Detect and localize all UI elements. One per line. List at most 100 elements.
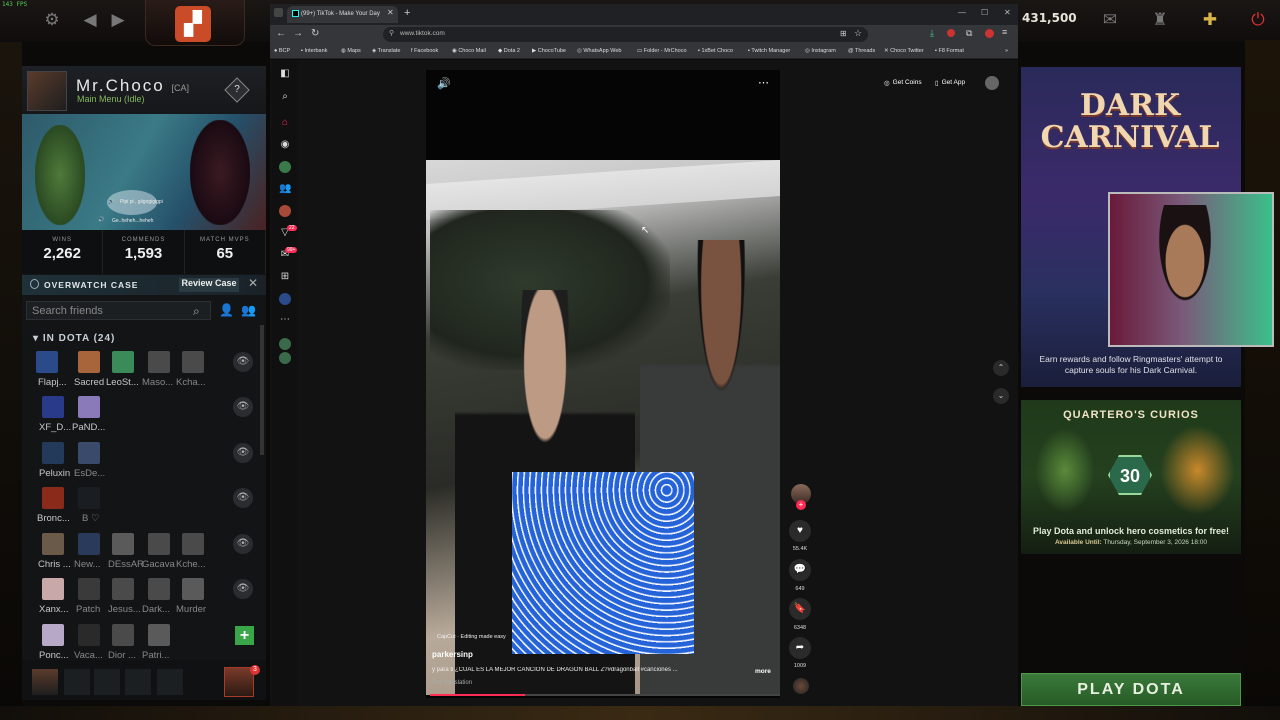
avatar[interactable] <box>78 533 100 555</box>
url-text[interactable]: www.tiktok.com <box>400 30 445 37</box>
friends-group-icon[interactable]: 👥 <box>241 303 256 317</box>
bookmark-item[interactable]: ▶ ChocoTube <box>532 48 566 54</box>
review-case-button[interactable]: Review Case <box>179 278 239 292</box>
avatar[interactable] <box>36 351 58 373</box>
friend-name[interactable]: Jesus... <box>108 604 144 615</box>
avatar[interactable] <box>78 487 100 509</box>
friend-name[interactable]: Flapj... <box>38 377 74 388</box>
maximize-icon[interactable]: ☐ <box>981 8 988 17</box>
follow-plus-icon[interactable]: + <box>796 500 806 510</box>
friend-name[interactable]: New... <box>74 559 106 570</box>
avatar[interactable] <box>112 624 134 646</box>
spectate-eye-icon[interactable]: 👁 <box>233 534 253 554</box>
party-slot-self[interactable] <box>32 669 58 695</box>
tab-close-icon[interactable]: ✕ <box>387 8 394 17</box>
spectate-eye-icon[interactable]: 👁 <box>233 397 253 417</box>
download-icon[interactable]: ⤓ <box>930 28 934 39</box>
forward-arrow-icon[interactable]: ▶ <box>108 10 128 30</box>
add-friend-button[interactable]: + <box>235 626 254 645</box>
avatar[interactable] <box>148 624 170 646</box>
bookmark-item[interactable]: ◈ Translate <box>372 48 400 54</box>
forward-icon[interactable]: → <box>293 28 303 39</box>
caption-more-link[interactable]: more <box>755 668 771 675</box>
power-icon[interactable]: ⏻ <box>1248 10 1268 30</box>
site-info-icon[interactable]: ⚲ <box>389 29 394 37</box>
play-dota-button[interactable]: PLAY DOTA <box>1021 673 1241 706</box>
avatar[interactable] <box>42 442 64 464</box>
friend-name[interactable]: Kcha... <box>176 377 212 388</box>
friend-name[interactable]: Kche... <box>176 559 212 570</box>
avatar[interactable] <box>148 351 170 373</box>
bookmark-item[interactable]: ◆ Dota 2 <box>498 48 520 54</box>
friend-name[interactable]: B ♡ <box>82 513 112 524</box>
avatar[interactable] <box>42 487 64 509</box>
live-icon[interactable] <box>279 205 291 217</box>
spectate-eye-icon[interactable]: 👁 <box>233 488 253 508</box>
next-video-icon[interactable]: ⌄ <box>993 388 1009 404</box>
avatar[interactable] <box>182 533 204 555</box>
bookmark-item[interactable]: ▭ Folder - MrChoco <box>637 48 687 54</box>
bookmark-star-icon[interactable]: ☆ <box>854 28 862 39</box>
avatar[interactable] <box>112 578 134 600</box>
see-translation-link[interactable]: See translation <box>432 680 472 686</box>
friend-name[interactable]: EsDe... <box>74 468 110 479</box>
bookmark-item[interactable]: ◎ WhatsApp Web <box>577 48 621 54</box>
previous-video-icon[interactable]: ⌃ <box>993 360 1009 376</box>
friend-name[interactable]: Patch <box>76 604 108 615</box>
bookmark-item[interactable]: ● BCP <box>274 48 290 54</box>
friend-name[interactable]: Xanx... <box>39 604 75 615</box>
share-icon[interactable]: ➦ <box>789 637 811 659</box>
friends-icon[interactable]: 👥 <box>279 183 291 195</box>
friend-name[interactable]: Maso... <box>142 377 178 388</box>
party-slot[interactable] <box>64 669 90 695</box>
bookmark-item[interactable]: ▪ Twitch Manager <box>748 48 790 54</box>
video-username[interactable]: parkersinp <box>432 650 473 659</box>
followed-account-icon[interactable] <box>279 338 291 350</box>
bookmark-item[interactable]: ▪ F8 Format <box>935 48 964 54</box>
volume-icon[interactable]: 🔊 <box>437 77 451 90</box>
friend-name[interactable]: LeoSt... <box>106 377 142 388</box>
avatar[interactable] <box>182 351 204 373</box>
mail-icon[interactable]: ✉ <box>1100 10 1120 30</box>
bookmark-item[interactable]: ▪ Interbank <box>301 48 327 54</box>
party-slot[interactable] <box>157 669 183 695</box>
avatar[interactable] <box>112 533 134 555</box>
get-app-button[interactable]: ▯ Get App <box>935 75 965 90</box>
friend-name[interactable]: Chris ... <box>38 559 74 570</box>
extensions-puzzle-icon[interactable]: ⧉ <box>966 28 972 39</box>
party-slot[interactable] <box>94 669 120 695</box>
browser-menu-icon[interactable]: ≡ <box>1002 27 1007 37</box>
search-friends-input[interactable]: Search friends <box>26 301 211 320</box>
avatar[interactable] <box>78 351 100 373</box>
capcut-label[interactable]: CapCut · Editing made easy <box>437 634 506 640</box>
like-heart-icon[interactable]: ♥ <box>789 520 811 542</box>
music-disc-icon[interactable] <box>793 678 809 694</box>
extension-icon[interactable] <box>947 29 955 37</box>
browser-tab[interactable]: (99+) TikTok - Make Your Day <box>287 6 398 23</box>
avatar[interactable] <box>148 578 170 600</box>
avatar[interactable] <box>985 76 999 90</box>
spectate-eye-icon[interactable]: 👁 <box>233 579 253 599</box>
avatar[interactable] <box>42 578 64 600</box>
party-slot[interactable] <box>125 669 151 695</box>
avatar[interactable] <box>78 442 100 464</box>
bookmark-item[interactable]: ◍ Maps <box>341 48 361 54</box>
friend-name[interactable]: Sacred <box>74 377 110 388</box>
close-icon[interactable]: ✕ <box>248 276 258 290</box>
avatar[interactable] <box>42 396 64 418</box>
back-arrow-icon[interactable]: ◀ <box>80 10 100 30</box>
bookmark-item[interactable]: f Facebook <box>411 48 438 54</box>
avatar[interactable] <box>182 578 204 600</box>
new-tab-button[interactable]: + <box>404 7 410 19</box>
avatar[interactable] <box>78 578 100 600</box>
search-icon[interactable]: ⌕ <box>279 91 291 103</box>
bookmark-item[interactable]: ◎ Instagram <box>805 48 836 54</box>
friend-name[interactable]: DEssAR <box>108 559 144 570</box>
profile-avatar-icon[interactable] <box>985 29 994 38</box>
avatar[interactable] <box>27 71 67 111</box>
avatar[interactable] <box>148 533 170 555</box>
avatar[interactable] <box>78 396 100 418</box>
back-icon[interactable]: ← <box>276 28 286 39</box>
profile-icon[interactable] <box>279 293 291 305</box>
bookmark-item[interactable]: ◉ Choco Mail <box>452 48 486 54</box>
